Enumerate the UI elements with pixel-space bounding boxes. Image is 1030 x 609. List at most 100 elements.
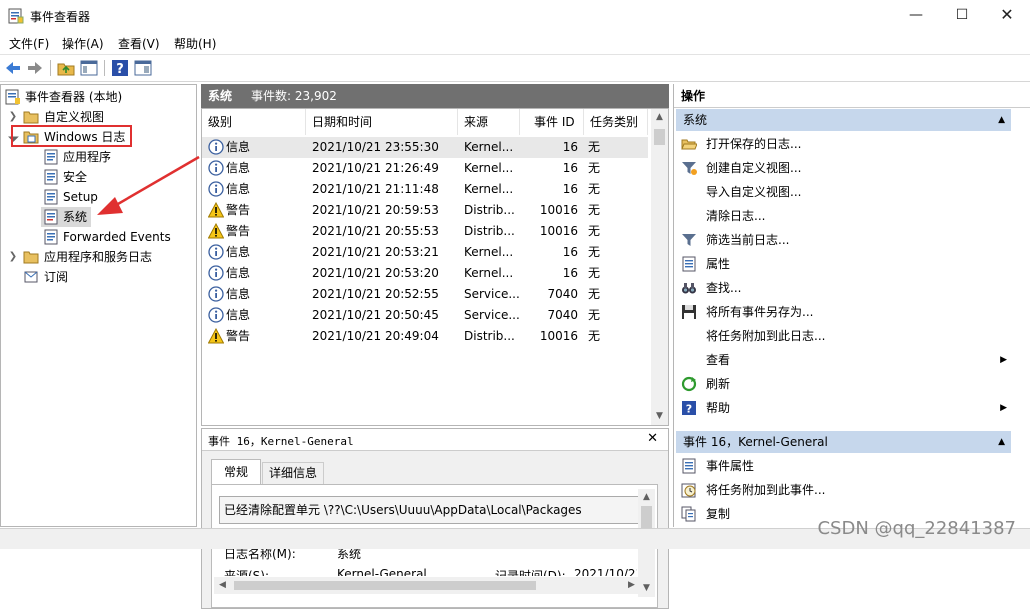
table-row[interactable]: 信息 2021/10/21 20:53:21 Kernel... 16 无 (202, 242, 648, 263)
detail-hscrollbar[interactable]: ◀ ▶ (214, 577, 640, 594)
table-row[interactable]: 信息 2021/10/21 23:55:30 Kernel... 16 无 (202, 137, 648, 158)
action-item[interactable]: 筛选当前日志... (676, 228, 1011, 252)
column-header-source[interactable]: 来源 (458, 109, 520, 135)
menu-action[interactable]: 操作(A) (62, 35, 104, 52)
cell-level: 信息 (226, 161, 251, 175)
table-row[interactable]: 信息 2021/10/21 20:50:45 Service... 7040 无 (202, 305, 648, 326)
info-icon (208, 307, 224, 323)
chevron-right-icon[interactable]: ❯ (8, 107, 18, 127)
cell-datetime: 2021/10/21 21:26:49 (312, 161, 439, 175)
toolbar: ? (0, 54, 1030, 82)
list-header-bar: 系统 事件数: 23,902 (201, 84, 669, 108)
tree-node-root[interactable]: 事件查看器 (本地) (1, 87, 196, 107)
help-icon[interactable]: ? (111, 59, 129, 77)
action-label: 复制 (706, 507, 731, 521)
action-item[interactable]: 导入自定义视图... (676, 180, 1011, 204)
info-icon (208, 160, 224, 176)
table-row[interactable]: 信息 2021/10/21 21:11:48 Kernel... 16 无 (202, 179, 648, 200)
action-item[interactable]: 查看 ▶ (676, 348, 1011, 372)
column-header-datetime[interactable]: 日期和时间 (306, 109, 458, 135)
toolbar-separator (50, 60, 51, 76)
tab-details[interactable]: 详细信息 (262, 462, 324, 484)
back-arrow-icon[interactable] (4, 59, 22, 77)
tree-node-forwarded-events[interactable]: Forwarded Events (1, 227, 196, 247)
cell-task-category: 无 (588, 140, 601, 154)
actions-section-event[interactable]: 事件 16，Kernel-General ▲ (676, 431, 1011, 453)
column-header-task-category[interactable]: 任务类别 (584, 109, 648, 135)
column-header-event-id[interactable]: 事件 ID (520, 109, 584, 135)
action-item[interactable]: ? 帮助 ▶ (676, 396, 1011, 420)
cell-source: Service... (464, 287, 520, 301)
table-row[interactable]: 警告 2021/10/21 20:55:53 Distrib... 10016 无 (202, 221, 648, 242)
svg-text:?: ? (116, 62, 124, 77)
actions-section-system[interactable]: 系统 ▲ (676, 109, 1011, 131)
tree-node-app-service-logs[interactable]: ❯ 应用程序和服务日志 (1, 247, 196, 267)
action-item[interactable]: 将任务附加到此事件... (676, 478, 1011, 502)
scroll-left-arrow[interactable]: ◀ (214, 577, 231, 594)
copy-icon (681, 506, 696, 522)
collapse-arrow-icon[interactable]: ▲ (998, 109, 1005, 131)
close-icon[interactable]: ✕ (647, 431, 658, 446)
cell-datetime: 2021/10/21 20:49:04 (312, 329, 439, 343)
warning-icon (208, 328, 224, 344)
maximize-button[interactable]: ☐ (939, 0, 985, 32)
action-item[interactable]: 将所有事件另存为... (676, 300, 1011, 324)
filter-create-icon (682, 162, 697, 175)
tree-node-subscriptions[interactable]: 订阅 (1, 267, 196, 287)
scroll-down-arrow[interactable]: ▼ (638, 580, 655, 597)
info-icon (208, 139, 224, 155)
minimize-button[interactable]: — (893, 0, 939, 32)
action-item[interactable]: 打开保存的日志... (676, 132, 1011, 156)
console-tree-icon[interactable] (80, 59, 98, 77)
action-item[interactable]: 将任务附加到此日志... (676, 324, 1011, 348)
scroll-down-arrow[interactable]: ▼ (651, 408, 668, 425)
menu-file[interactable]: 文件(F) (9, 35, 49, 52)
forward-arrow-icon[interactable] (26, 59, 44, 77)
action-item[interactable]: 事件属性 (676, 454, 1011, 478)
scroll-up-arrow[interactable]: ▲ (651, 109, 668, 126)
detail-cut-row: 来源(S): Kernel-General 记录时间(D): 2021/10/2… (212, 567, 637, 576)
tab-general[interactable]: 常规 (211, 459, 261, 485)
tree-node-system[interactable]: 系统 (41, 207, 91, 227)
cell-source: Distrib... (464, 329, 515, 343)
menu-view[interactable]: 查看(V) (118, 35, 160, 52)
warning-icon (208, 202, 224, 218)
scroll-right-arrow[interactable]: ▶ (623, 577, 640, 594)
info-icon (208, 286, 224, 302)
cell-level: 信息 (226, 266, 251, 280)
scroll-up-arrow[interactable]: ▲ (638, 489, 655, 506)
folder-up-icon[interactable] (57, 59, 75, 77)
column-header-level[interactable]: 级别 (202, 109, 306, 135)
action-pane-icon[interactable] (134, 59, 152, 77)
table-row[interactable]: 警告 2021/10/21 20:59:53 Distrib... 10016 无 (202, 200, 648, 221)
table-row[interactable]: 信息 2021/10/21 20:53:20 Kernel... 16 无 (202, 263, 648, 284)
action-item[interactable]: 刷新 (676, 372, 1011, 396)
event-list-scrollbar[interactable]: ▲ ▼ (651, 109, 668, 425)
action-item[interactable]: 属性 (676, 252, 1011, 276)
table-row[interactable]: 信息 2021/10/21 21:26:49 Kernel... 16 无 (202, 158, 648, 179)
cell-task-category: 无 (588, 287, 601, 301)
action-label: 将任务附加到此日志... (706, 329, 826, 343)
scroll-thumb[interactable] (234, 581, 536, 590)
table-row[interactable]: 信息 2021/10/21 20:52:55 Service... 7040 无 (202, 284, 648, 305)
scroll-thumb[interactable] (641, 506, 652, 528)
action-item[interactable]: 创建自定义视图... (676, 156, 1011, 180)
tree-node-label: 自定义视图 (44, 110, 105, 124)
cell-event-id: 7040 (547, 308, 578, 322)
action-item[interactable]: 清除日志... (676, 204, 1011, 228)
cell-source: Kernel... (464, 182, 514, 196)
close-button[interactable]: ✕ (984, 0, 1030, 32)
chevron-right-icon[interactable]: ❯ (8, 247, 18, 267)
cell-task-category: 无 (588, 161, 601, 175)
action-item[interactable]: 查找... (676, 276, 1011, 300)
collapse-arrow-icon[interactable]: ▲ (998, 431, 1005, 453)
cell-level: 警告 (226, 224, 251, 238)
table-row[interactable]: 警告 2021/10/21 20:49:04 Distrib... 10016 无 (202, 326, 648, 347)
cell-level: 信息 (226, 287, 251, 301)
tree-node-custom-views[interactable]: ❯ 自定义视图 (1, 107, 196, 127)
menu-help[interactable]: 帮助(H) (174, 35, 216, 52)
cell-event-id: 16 (562, 182, 578, 196)
scroll-thumb[interactable] (654, 129, 665, 145)
clock-task-icon (681, 483, 696, 498)
cell-task-category: 无 (588, 182, 601, 196)
